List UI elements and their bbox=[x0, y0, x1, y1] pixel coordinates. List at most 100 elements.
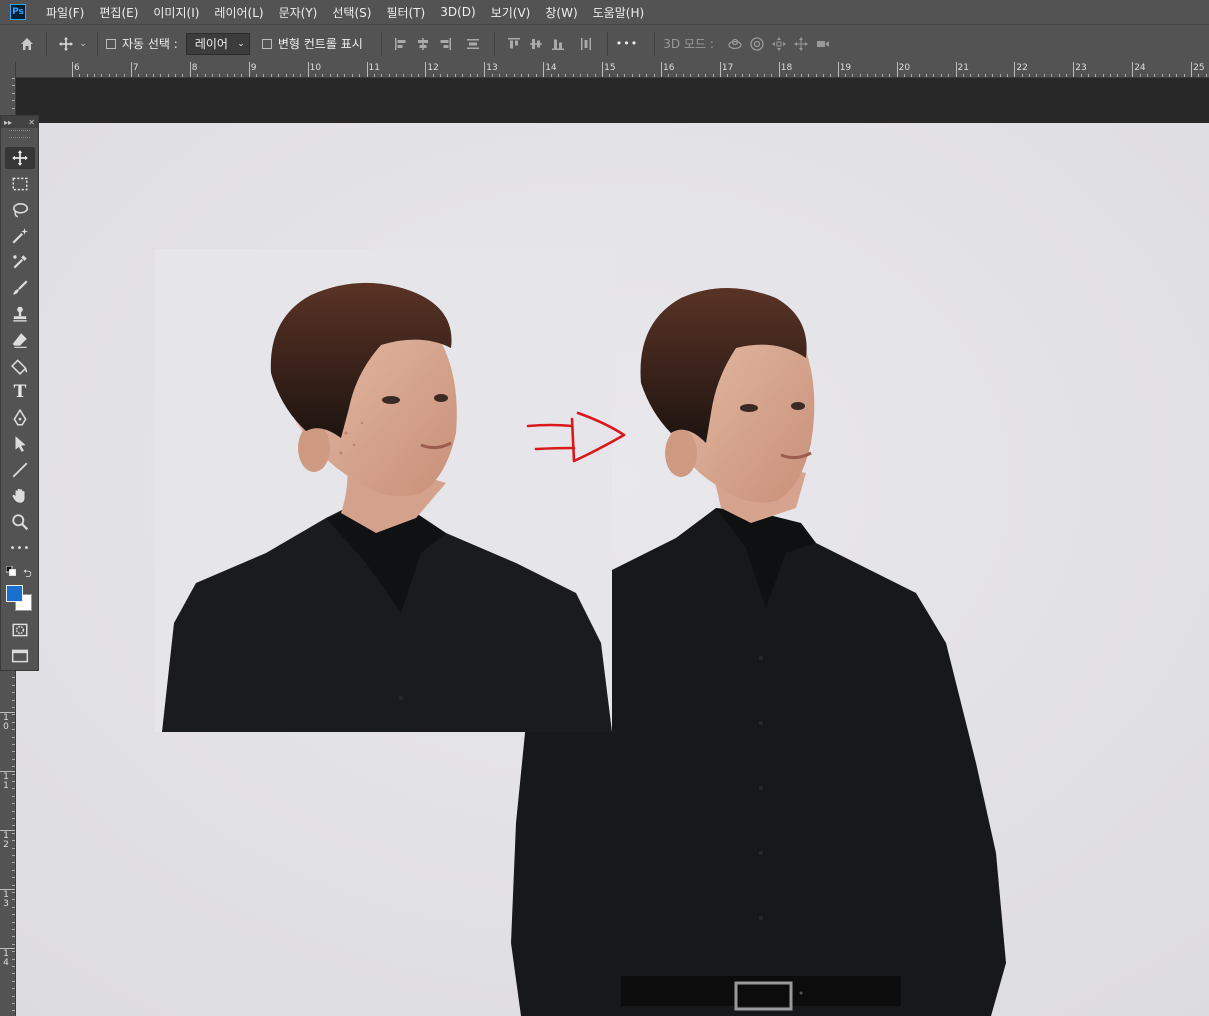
ruler-minor-tick bbox=[852, 74, 854, 77]
close-panel-icon[interactable]: ✕ bbox=[28, 118, 35, 127]
zoom-tool[interactable] bbox=[5, 511, 35, 533]
path-selection-icon bbox=[15, 436, 26, 452]
document-canvas[interactable] bbox=[16, 123, 1209, 1016]
ruler-minor-tick bbox=[145, 74, 147, 77]
swap-colors-icon[interactable]: ⮌ bbox=[23, 565, 32, 584]
hand-tool[interactable] bbox=[5, 485, 35, 507]
quick-mask-button[interactable] bbox=[5, 619, 35, 641]
ruler-minor-tick bbox=[12, 973, 15, 975]
align-left-icon[interactable] bbox=[390, 33, 412, 55]
pen-tool[interactable] bbox=[5, 407, 35, 429]
auto-select-checkbox[interactable] bbox=[106, 38, 116, 49]
magic-wand-icon bbox=[12, 228, 28, 244]
3d-orbit-icon[interactable] bbox=[724, 33, 746, 55]
menu-type[interactable]: 문자(Y) bbox=[279, 4, 318, 21]
menu-file[interactable]: 파일(F) bbox=[46, 4, 84, 21]
default-colors-icon[interactable] bbox=[5, 565, 16, 579]
ruler-minor-tick bbox=[764, 74, 766, 77]
magic-wand-tool[interactable] bbox=[5, 225, 35, 247]
more-options-button[interactable]: ••• bbox=[616, 37, 638, 50]
edit-toolbar-button[interactable]: ••• bbox=[5, 537, 35, 559]
ruler-minor-tick bbox=[403, 74, 405, 77]
paint-bucket-tool[interactable] bbox=[5, 355, 35, 377]
ruler-tick bbox=[602, 62, 604, 77]
options-bar: ⌄ 자동 선택 : 레이어 ⌄ 변형 컨트롤 표시 ••• 3D 모드 : bbox=[0, 24, 1209, 62]
ruler-minor-tick bbox=[322, 74, 324, 77]
ruler-tick bbox=[484, 62, 486, 77]
brush-icon bbox=[13, 280, 28, 295]
move-tool-icon[interactable] bbox=[55, 33, 77, 55]
ruler-minor-tick bbox=[116, 74, 118, 77]
align-horizontal-center-icon[interactable] bbox=[412, 33, 434, 55]
menu-filter[interactable]: 필터(T) bbox=[386, 4, 425, 21]
lasso-tool[interactable] bbox=[5, 199, 35, 221]
ruler-minor-tick bbox=[101, 74, 103, 77]
expand-panel-icon[interactable]: ▸▸ bbox=[4, 118, 12, 127]
person-before-layer[interactable] bbox=[155, 249, 612, 732]
3d-slide-icon[interactable] bbox=[790, 33, 812, 55]
ruler-label: 17 bbox=[721, 63, 734, 73]
screen-mode-button[interactable] bbox=[5, 645, 35, 667]
ruler-corner bbox=[0, 62, 16, 78]
menu-3d[interactable]: 3D(D) bbox=[440, 5, 475, 19]
distribute-vertical-icon[interactable] bbox=[462, 33, 484, 55]
ruler-minor-tick bbox=[241, 74, 243, 77]
home-icon[interactable] bbox=[16, 33, 38, 55]
menu-help[interactable]: 도움말(H) bbox=[593, 4, 645, 21]
menu-view[interactable]: 보기(V) bbox=[491, 4, 531, 21]
ruler-minor-tick bbox=[992, 74, 994, 77]
move-tool[interactable] bbox=[5, 147, 35, 169]
3d-pan-icon[interactable] bbox=[768, 33, 790, 55]
transform-controls-checkbox[interactable] bbox=[261, 38, 272, 49]
ruler-label: 16 bbox=[663, 63, 675, 73]
align-top-icon[interactable] bbox=[503, 33, 525, 55]
foreground-color-swatch[interactable] bbox=[6, 585, 23, 602]
ruler-tick bbox=[130, 62, 132, 77]
brush-tool[interactable] bbox=[5, 277, 35, 299]
ruler-tick bbox=[0, 712, 15, 713]
marquee-tool[interactable] bbox=[5, 173, 35, 195]
ruler-minor-tick bbox=[388, 74, 390, 77]
horizontal-ruler[interactable]: 6 7 8 9 10 11 12 13 14 15 16 17 18 19 20… bbox=[16, 62, 1209, 78]
align-bottom-icon[interactable] bbox=[547, 33, 569, 55]
ruler-minor-tick bbox=[881, 74, 883, 77]
clone-stamp-tool[interactable] bbox=[5, 303, 35, 325]
ruler-minor-tick bbox=[12, 869, 15, 871]
pen-icon bbox=[13, 409, 27, 426]
ruler-minor-tick bbox=[1169, 74, 1170, 77]
auto-select-dropdown[interactable]: 레이어 ⌄ bbox=[185, 32, 250, 55]
ruler-minor-tick bbox=[999, 74, 1001, 77]
chevron-down-icon: ⌄ bbox=[237, 38, 245, 49]
separator bbox=[97, 31, 98, 56]
ruler-minor-tick bbox=[12, 684, 15, 686]
ruler-minor-tick bbox=[940, 74, 942, 77]
menu-edit[interactable]: 편집(E) bbox=[99, 4, 138, 21]
ruler-minor-tick bbox=[800, 74, 802, 77]
paint-bucket-icon bbox=[11, 359, 28, 375]
separator bbox=[493, 31, 495, 56]
tools-panel-header[interactable]: ▸▸ ✕ bbox=[1, 116, 38, 128]
ruler-minor-tick bbox=[609, 74, 611, 77]
line-tool[interactable] bbox=[5, 459, 35, 481]
panel-grip[interactable] bbox=[9, 130, 30, 138]
eyedropper-tool[interactable] bbox=[5, 251, 35, 273]
distribute-horizontal-icon[interactable] bbox=[575, 33, 597, 55]
align-right-icon[interactable] bbox=[434, 33, 456, 55]
ruler-minor-tick bbox=[344, 74, 346, 77]
menu-window[interactable]: 창(W) bbox=[545, 4, 577, 21]
3d-scale-video-icon[interactable] bbox=[812, 33, 834, 55]
ruler-minor-tick bbox=[12, 92, 15, 94]
type-tool[interactable]: T bbox=[5, 381, 35, 403]
align-vertical-center-icon[interactable] bbox=[525, 33, 547, 55]
menu-select[interactable]: 선택(S) bbox=[332, 4, 371, 21]
menu-image[interactable]: 이미지(I) bbox=[153, 4, 199, 21]
tool-preset-chevron-down-icon[interactable]: ⌄ bbox=[77, 33, 89, 55]
3d-roll-icon[interactable] bbox=[746, 33, 768, 55]
eraser-tool[interactable] bbox=[5, 329, 35, 351]
ruler-minor-tick bbox=[1007, 74, 1009, 77]
menu-layer[interactable]: 레이어(L) bbox=[214, 4, 263, 21]
ruler-tick bbox=[955, 62, 957, 77]
screen-mode-icon bbox=[11, 649, 29, 663]
path-selection-tool[interactable] bbox=[5, 433, 35, 455]
ruler-minor-tick bbox=[845, 74, 847, 77]
